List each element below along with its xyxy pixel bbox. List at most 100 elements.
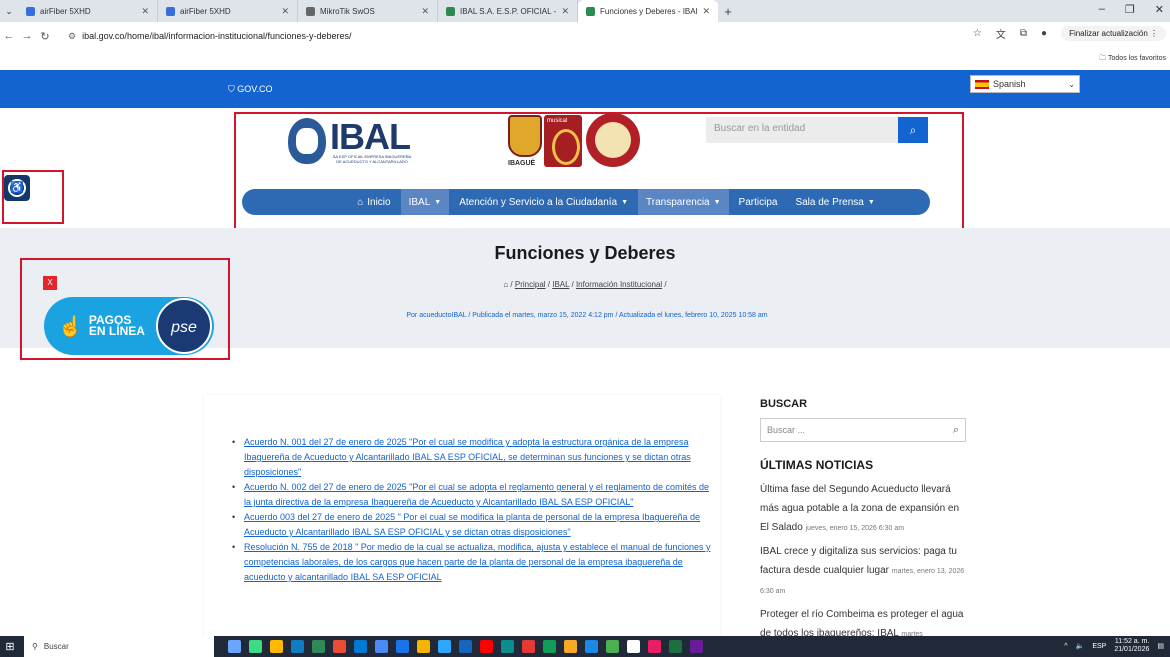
- tab-title: MikroTik SwOS: [320, 6, 375, 16]
- search-icon[interactable]: ⌕: [953, 424, 959, 437]
- browser-tab[interactable]: IBAL S.A. E.S.P. OFICIAL - IBAL ✕: [438, 0, 578, 22]
- annotation-box-pse: [20, 258, 230, 360]
- tab-title: airFiber 5XHD: [180, 6, 231, 16]
- breadcrumb-ibal[interactable]: IBAL: [552, 280, 569, 289]
- taskbar-app-icon[interactable]: [333, 640, 346, 653]
- news-title[interactable]: Proteger el río Combeima es proteger el …: [760, 609, 963, 639]
- minimize-button[interactable]: –: [1099, 3, 1105, 16]
- news-heading: ÚLTIMAS NOTICIAS: [760, 458, 874, 472]
- document-list-item: Acuerdo N. 002 del 27 de enero de 2025 "…: [232, 480, 712, 510]
- tab-favicon-icon: [446, 6, 455, 16]
- taskbar-app-icon[interactable]: [543, 640, 556, 653]
- language-select[interactable]: Spanish ⌄: [970, 75, 1080, 93]
- bookmarks-bar: 🗀 Todos los favoritos: [0, 50, 1170, 68]
- update-label: Finalizar actualización: [1069, 29, 1148, 38]
- taskbar-apps: [228, 640, 703, 653]
- taskbar-app-icon[interactable]: [585, 640, 598, 653]
- taskbar-app-icon[interactable]: [648, 640, 661, 653]
- reload-button[interactable]: ↻: [36, 30, 54, 43]
- all-bookmarks-folder[interactable]: 🗀 Todos los favoritos: [1099, 54, 1166, 65]
- gov-co-logo[interactable]: ⛉ GOV.CO: [228, 84, 272, 95]
- update-button[interactable]: Finalizar actualización ⋮: [1061, 26, 1166, 41]
- taskbar-app-icon[interactable]: [354, 640, 367, 653]
- taskbar-search[interactable]: ⚲ Buscar: [24, 636, 214, 657]
- taskbar-app-icon[interactable]: [291, 640, 304, 653]
- new-tab-button[interactable]: +: [718, 4, 738, 19]
- tab-favicon-icon: [26, 6, 35, 16]
- windows-start-icon[interactable]: ⊞: [0, 640, 20, 653]
- forward-button[interactable]: →: [18, 30, 36, 42]
- tab-search-chevron-icon[interactable]: ⌄: [0, 6, 18, 17]
- home-icon[interactable]: ⌂: [503, 280, 508, 289]
- url-text: ibal.gov.co/home/ibal/informacion-instit…: [82, 31, 352, 41]
- volume-icon[interactable]: 🔈: [1076, 642, 1085, 650]
- news-item[interactable]: IBAL crece y digitaliza sus servicios: p…: [760, 542, 970, 601]
- clock[interactable]: 11:52 a. m. 21/01/2026: [1114, 638, 1149, 654]
- back-button[interactable]: ←: [0, 30, 18, 42]
- taskbar-app-icon[interactable]: [312, 640, 325, 653]
- extensions-icon[interactable]: ⧉: [1020, 28, 1027, 39]
- document-link[interactable]: Acuerdo N. 002 del 27 de enero de 2025 "…: [244, 482, 709, 507]
- taskbar-app-icon[interactable]: [459, 640, 472, 653]
- document-link[interactable]: Resolución N. 755 de 2018 " Por medio de…: [244, 542, 710, 582]
- browser-toolbar-right: ☆ 文 ⧉ ● Finalizar actualización ⋮: [973, 26, 1166, 41]
- url-bar[interactable]: ⚙ ibal.gov.co/home/ibal/informacion-inst…: [60, 26, 940, 46]
- translate-icon[interactable]: 文: [996, 26, 1006, 41]
- document-list-item: Resolución N. 755 de 2018 " Por medio de…: [232, 540, 712, 585]
- taskbar-app-icon[interactable]: [606, 640, 619, 653]
- taskbar-app-icon[interactable]: [501, 640, 514, 653]
- sidebar-search-input[interactable]: Buscar ... ⌕: [760, 418, 966, 442]
- bookmarks-folder-label: Todos los favoritos: [1108, 55, 1166, 62]
- news-item[interactable]: Última fase del Segundo Acueducto llevar…: [760, 480, 970, 538]
- tab-favicon-icon: [306, 6, 315, 16]
- restore-button[interactable]: ❐: [1125, 3, 1135, 16]
- news-date: jueves, enero 15, 2026 6:30 am: [805, 525, 905, 532]
- browser-tab[interactable]: airFiber 5XHD ✕: [18, 0, 158, 22]
- profile-icon[interactable]: ●: [1041, 28, 1047, 39]
- taskbar-app-icon[interactable]: [690, 640, 703, 653]
- document-link[interactable]: Acuerdo 003 del 27 de enero de 2025 " Po…: [244, 512, 700, 537]
- browser-tab[interactable]: airFiber 5XHD ✕: [158, 0, 298, 22]
- taskbar-app-icon[interactable]: [564, 640, 577, 653]
- taskbar-search-label: Buscar: [43, 642, 69, 651]
- taskbar-app-icon[interactable]: [669, 640, 682, 653]
- search-icon: ⚲: [32, 642, 38, 651]
- clock-date: 21/01/2026: [1114, 646, 1150, 653]
- windows-taskbar: ⊞ ⚲ Buscar ^ 🔈 ESP 11:52 a. m. 21/01/202…: [0, 636, 1170, 657]
- close-window-button[interactable]: ✕: [1155, 3, 1164, 16]
- news-list: Última fase del Segundo Acueducto llevar…: [760, 480, 970, 644]
- breadcrumb-info-institucional[interactable]: Información Institucional: [576, 280, 662, 289]
- browser-tab[interactable]: MikroTik SwOS ✕: [298, 0, 438, 22]
- tab-close-icon[interactable]: ✕: [561, 6, 569, 17]
- taskbar-app-icon[interactable]: [438, 640, 451, 653]
- tab-close-icon[interactable]: ✕: [421, 6, 429, 17]
- bookmark-star-icon[interactable]: ☆: [973, 28, 982, 39]
- gov-co-label: GOV.CO: [237, 84, 273, 94]
- taskbar-app-icon[interactable]: [396, 640, 409, 653]
- taskbar-app-icon[interactable]: [480, 640, 493, 653]
- taskbar-app-icon[interactable]: [417, 640, 430, 653]
- tray-chevron-icon[interactable]: ^: [1064, 643, 1067, 650]
- breadcrumb-principal[interactable]: Principal: [515, 280, 546, 289]
- annotation-box-accessibility: [2, 170, 64, 224]
- taskbar-app-icon[interactable]: [228, 640, 241, 653]
- input-language[interactable]: ESP: [1092, 643, 1106, 650]
- tab-close-icon[interactable]: ✕: [141, 6, 149, 17]
- spain-flag-icon: [975, 79, 989, 89]
- notifications-icon[interactable]: ▤: [1157, 642, 1164, 650]
- window-controls: – ❐ ✕: [1099, 3, 1164, 16]
- tab-close-icon[interactable]: ✕: [702, 6, 710, 17]
- taskbar-app-icon[interactable]: [375, 640, 388, 653]
- tab-title: Funciones y Deberes - IBAL SA: [600, 6, 697, 16]
- site-info-icon[interactable]: ⚙: [68, 31, 76, 42]
- language-value: Spanish: [993, 79, 1026, 89]
- sidebar-search-placeholder: Buscar ...: [767, 425, 806, 435]
- tab-close-icon[interactable]: ✕: [281, 6, 289, 17]
- document-link[interactable]: Acuerdo N. 001 del 27 de enero de 2025 "…: [244, 437, 691, 477]
- document-list-item: Acuerdo N. 001 del 27 de enero de 2025 "…: [232, 435, 712, 480]
- taskbar-app-icon[interactable]: [270, 640, 283, 653]
- taskbar-app-icon[interactable]: [522, 640, 535, 653]
- taskbar-app-icon[interactable]: [627, 640, 640, 653]
- taskbar-app-icon[interactable]: [249, 640, 262, 653]
- browser-tab[interactable]: Funciones y Deberes - IBAL SA ✕: [578, 0, 718, 22]
